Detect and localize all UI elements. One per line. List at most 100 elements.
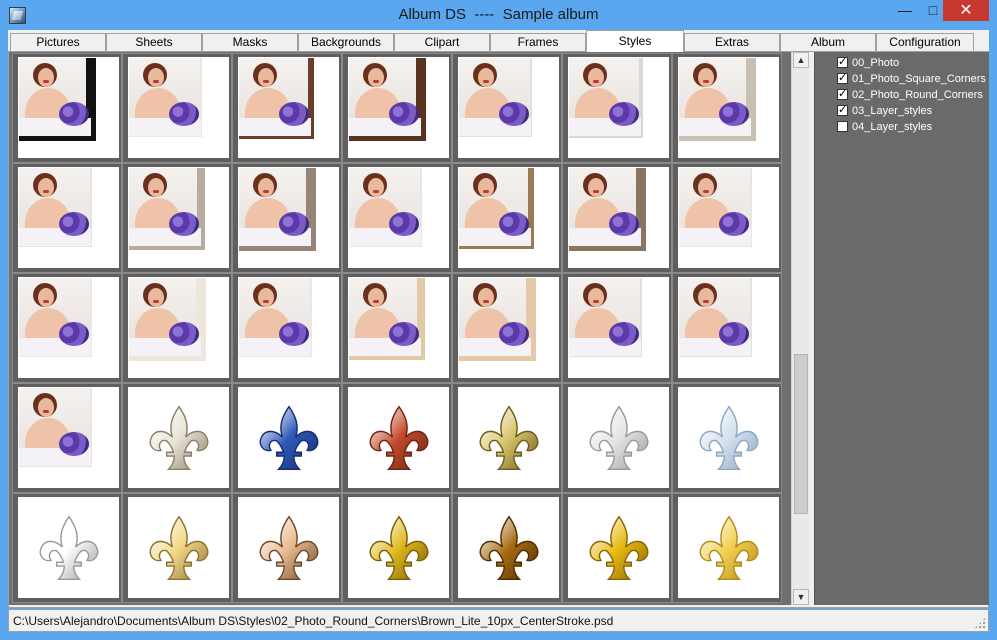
frame-stroke xyxy=(569,168,646,251)
frame-stroke xyxy=(459,278,536,361)
thumbnail-canvas xyxy=(348,167,449,268)
layer-checkbox[interactable] xyxy=(837,55,848,68)
thumbnail-canvas xyxy=(458,167,559,268)
tab-clipart[interactable]: Clipart xyxy=(394,33,490,51)
style-thumbnail[interactable] xyxy=(452,273,562,383)
resize-grip-icon[interactable] xyxy=(974,617,986,629)
frame-stroke xyxy=(569,58,643,138)
frame-stroke xyxy=(679,58,756,141)
thumbnail-canvas xyxy=(238,497,339,598)
style-thumbnail[interactable] xyxy=(452,53,562,163)
style-thumbnail[interactable] xyxy=(672,53,782,163)
style-thumbnail[interactable] xyxy=(562,493,672,603)
layer-checkbox[interactable] xyxy=(837,103,848,116)
style-thumbnail[interactable] xyxy=(122,383,232,493)
frame-stroke xyxy=(129,168,205,250)
thumbnail-canvas xyxy=(678,57,779,158)
layer-item-02-photo-round-corners[interactable]: 02_Photo_Round_Corners xyxy=(837,87,983,102)
tab-strip: Pictures Sheets Masks Backgrounds Clipar… xyxy=(8,30,989,52)
tab-configuration[interactable]: Configuration xyxy=(876,33,974,51)
style-thumbnail[interactable] xyxy=(122,53,232,163)
thumbnail-canvas xyxy=(128,57,229,158)
layer-checkbox[interactable] xyxy=(837,87,848,100)
style-thumbnail[interactable] xyxy=(672,273,782,383)
style-thumbnail[interactable] xyxy=(452,163,562,273)
style-thumbnail[interactable] xyxy=(672,383,782,493)
tab-backgrounds[interactable]: Backgrounds xyxy=(298,33,394,51)
thumbnail-canvas xyxy=(348,277,449,378)
vertical-scrollbar[interactable]: ▲ ▼ xyxy=(791,52,809,605)
tab-extras[interactable]: Extras xyxy=(684,33,780,51)
thumbnail-canvas xyxy=(458,277,559,378)
style-thumbnail[interactable] xyxy=(342,163,452,273)
thumbnail-canvas xyxy=(678,277,779,378)
layer-label: 02_Photo_Round_Corners xyxy=(852,88,983,101)
fleur-de-lis-icon xyxy=(699,405,759,471)
thumbnail-canvas xyxy=(348,387,449,488)
thumbnail-canvas xyxy=(238,167,339,268)
tab-frames[interactable]: Frames xyxy=(490,33,586,51)
scroll-down-icon[interactable]: ▼ xyxy=(793,589,809,605)
scrollbar-thumb[interactable] xyxy=(794,354,808,514)
frame-stroke xyxy=(349,168,422,247)
style-thumbnail[interactable] xyxy=(452,383,562,493)
layer-item-00-photo[interactable]: 00_Photo xyxy=(837,55,899,70)
style-thumbnail[interactable] xyxy=(342,53,452,163)
frame-stroke xyxy=(19,58,96,141)
style-thumbnail[interactable] xyxy=(12,273,122,383)
style-thumbnail[interactable] xyxy=(562,163,672,273)
style-thumbnail[interactable] xyxy=(342,273,452,383)
close-button[interactable]: ✕ xyxy=(943,0,989,21)
layer-item-03-layer-styles[interactable]: 03_Layer_styles xyxy=(837,103,932,118)
style-thumbnail[interactable] xyxy=(562,53,672,163)
style-thumbnail[interactable] xyxy=(342,383,452,493)
fleur-de-lis-icon xyxy=(589,405,649,471)
layer-label: 03_Layer_styles xyxy=(852,104,933,117)
style-thumbnail[interactable] xyxy=(672,163,782,273)
style-thumbnail[interactable] xyxy=(452,493,562,603)
fleur-de-lis-icon xyxy=(259,405,319,471)
style-thumbnail[interactable] xyxy=(232,163,342,273)
thumbnail-canvas xyxy=(458,57,559,158)
style-thumbnail[interactable] xyxy=(122,493,232,603)
style-thumbnail[interactable] xyxy=(122,273,232,383)
style-thumbnail[interactable] xyxy=(12,53,122,163)
frame-stroke xyxy=(349,58,426,141)
style-thumbnail[interactable] xyxy=(232,53,342,163)
style-thumbnail[interactable] xyxy=(562,383,672,493)
tab-sheets[interactable]: Sheets xyxy=(106,33,202,51)
fleur-de-lis-icon xyxy=(699,515,759,581)
scroll-up-icon[interactable]: ▲ xyxy=(793,52,809,68)
layer-item-01-photo-square-corners[interactable]: 01_Photo_Square_Corners xyxy=(837,71,986,86)
thumbnail-canvas xyxy=(458,497,559,598)
fleur-de-lis-icon xyxy=(149,405,209,471)
thumbnail-canvas xyxy=(238,277,339,378)
layer-checkbox[interactable] xyxy=(837,71,848,84)
style-thumbnail[interactable] xyxy=(232,273,342,383)
tab-pictures[interactable]: Pictures xyxy=(10,33,106,51)
tab-album[interactable]: Album xyxy=(780,33,876,51)
thumbnail-canvas xyxy=(568,497,669,598)
thumbnail-canvas xyxy=(18,497,119,598)
tab-styles[interactable]: Styles xyxy=(586,30,684,52)
style-thumbnail[interactable] xyxy=(562,273,672,383)
style-thumbnail[interactable] xyxy=(122,163,232,273)
style-thumbnail[interactable] xyxy=(342,493,452,603)
frame-stroke xyxy=(459,168,534,249)
frame-stroke xyxy=(679,278,752,357)
thumbnail-canvas xyxy=(18,277,119,378)
thumbnail-canvas xyxy=(568,387,669,488)
thumbnail-canvas xyxy=(128,387,229,488)
style-thumbnail[interactable] xyxy=(232,493,342,603)
frame-stroke xyxy=(239,278,312,357)
frame-stroke xyxy=(19,388,92,467)
style-thumbnail[interactable] xyxy=(672,493,782,603)
layer-item-04-layer-styles[interactable]: 04_Layer_styles xyxy=(837,119,932,134)
layer-checkbox[interactable] xyxy=(837,121,848,132)
style-thumbnail[interactable] xyxy=(12,383,122,493)
style-thumbnail[interactable] xyxy=(232,383,342,493)
thumbnail-grid xyxy=(9,52,791,605)
style-thumbnail[interactable] xyxy=(12,493,122,603)
style-thumbnail[interactable] xyxy=(12,163,122,273)
tab-masks[interactable]: Masks xyxy=(202,33,298,51)
